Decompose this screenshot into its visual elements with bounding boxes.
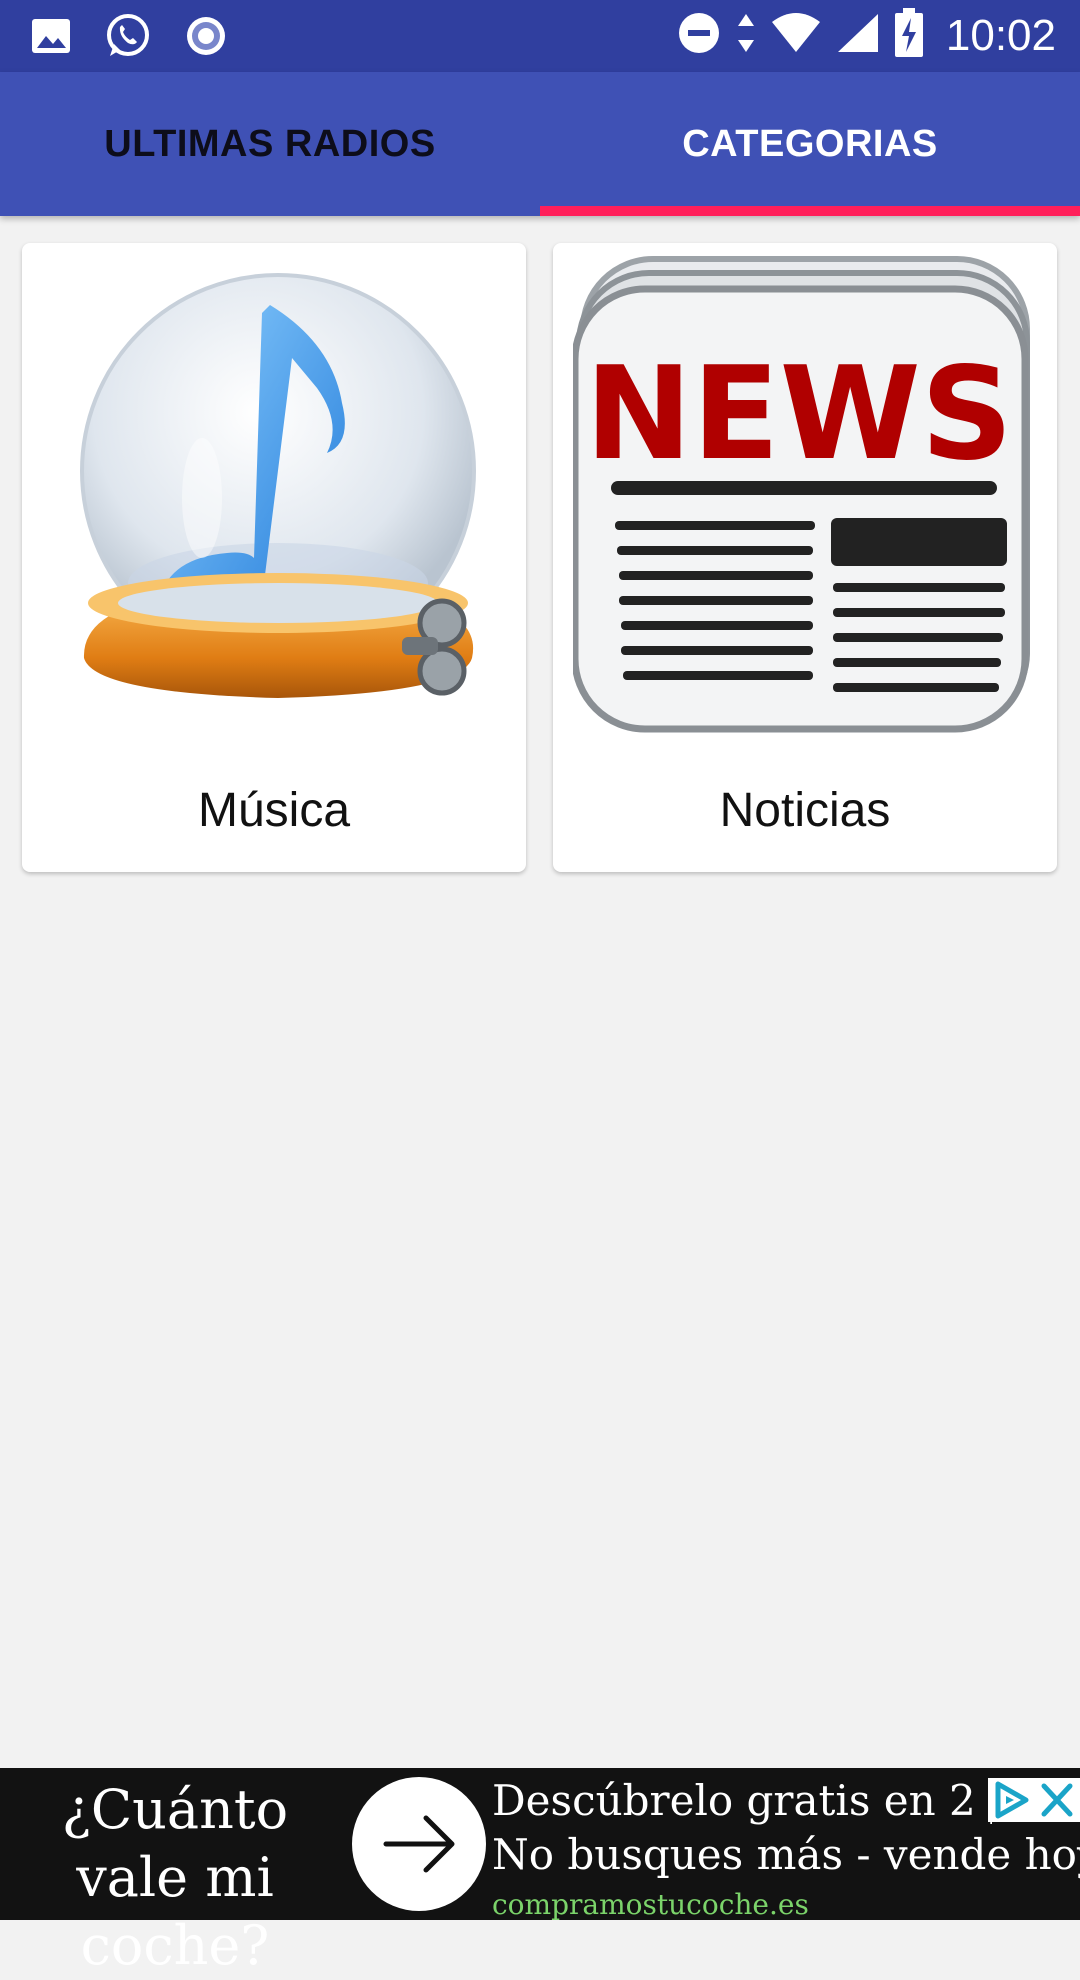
wifi-icon bbox=[770, 10, 822, 61]
ad-choices[interactable] bbox=[988, 1778, 1080, 1822]
ad-banner[interactable]: ¿Cuánto vale mi coche? Descúbrelo gratis… bbox=[0, 1768, 1080, 1977]
tab-bar: ULTIMAS RADIOS CATEGORIAS bbox=[0, 72, 1080, 216]
tab-label: ULTIMAS RADIOS bbox=[104, 122, 436, 165]
whatsapp-icon bbox=[104, 12, 152, 65]
ad-url[interactable]: compramostucoche.es bbox=[492, 1888, 809, 1921]
category-card-musica[interactable]: Música bbox=[22, 243, 526, 872]
status-bar: 10:02 bbox=[0, 0, 1080, 72]
ad-line-1: Descúbrelo gratis en 2 pasos bbox=[492, 1776, 992, 1825]
news-masthead: NEWS bbox=[585, 340, 1013, 489]
tab-ultimas-radios[interactable]: ULTIMAS RADIOS bbox=[0, 72, 540, 216]
tab-label: CATEGORIAS bbox=[682, 122, 938, 165]
adchoices-icon[interactable] bbox=[995, 1781, 1029, 1819]
arrow-right-icon bbox=[383, 1815, 455, 1873]
active-tab-indicator bbox=[540, 206, 1080, 216]
category-label: Noticias bbox=[719, 784, 891, 837]
close-icon[interactable] bbox=[1041, 1783, 1073, 1817]
radio-record-icon bbox=[184, 14, 228, 63]
category-card-noticias[interactable]: NEWS Noticias bbox=[553, 243, 1057, 872]
ad-arrow-button[interactable] bbox=[352, 1777, 486, 1911]
category-label: Música bbox=[197, 784, 351, 837]
ad-line-2: No busques más - vende hoy bbox=[492, 1830, 1080, 1879]
tab-categorias[interactable]: CATEGORIAS bbox=[540, 72, 1080, 216]
newspaper-icon: NEWS bbox=[571, 253, 1037, 733]
ad-headline: ¿Cuánto vale mi coche? bbox=[61, 1778, 289, 1977]
image-icon bbox=[30, 15, 72, 62]
music-globe-icon bbox=[42, 253, 506, 733]
data-arrows-icon bbox=[736, 10, 756, 61]
clock-time: 10:02 bbox=[945, 10, 1056, 60]
battery-charging-icon bbox=[894, 8, 924, 63]
cell-signal-icon bbox=[836, 10, 880, 61]
do-not-disturb-icon bbox=[676, 10, 722, 61]
